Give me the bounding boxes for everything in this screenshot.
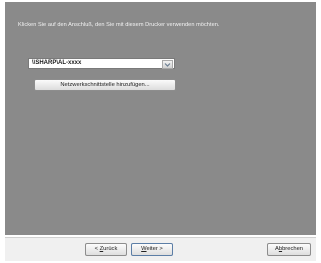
- port-dropdown-value: \\SHARP\AL-xxxx: [32, 60, 82, 66]
- back-button[interactable]: < Zurück: [85, 243, 127, 256]
- add-network-interface-button[interactable]: Netzwerkschnittstelle hinzufügen...: [34, 79, 176, 91]
- wizard-footer: < Zurück Weiter > Abbrechen: [5, 237, 316, 261]
- cancel-button[interactable]: Abbrechen: [267, 243, 311, 256]
- next-button-label: eiter >: [146, 246, 163, 252]
- chevron-down-icon[interactable]: [162, 60, 173, 69]
- cancel-button-label: brechen: [282, 246, 304, 252]
- next-button[interactable]: Weiter >: [131, 243, 173, 256]
- instruction-text: Klicken Sie auf den Anschluß, den Sie mi…: [18, 22, 220, 28]
- setup-dialog: Klicken Sie auf den Anschluß, den Sie mi…: [0, 0, 321, 263]
- port-selection-panel: Klicken Sie auf den Anschluß, den Sie mi…: [5, 2, 316, 235]
- port-dropdown[interactable]: \\SHARP\AL-xxxx: [28, 58, 175, 69]
- back-button-label: urück: [103, 246, 118, 252]
